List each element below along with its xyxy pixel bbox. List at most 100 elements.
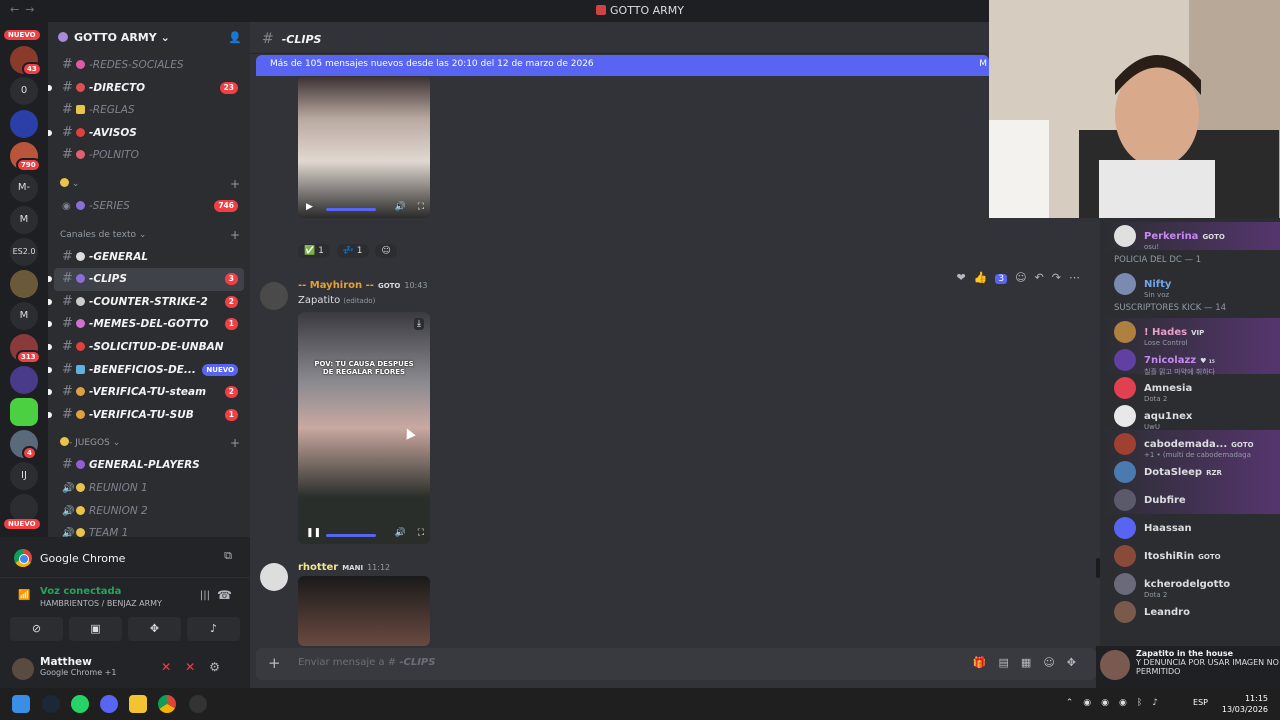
discord-icon[interactable] <box>100 695 118 713</box>
channel-item[interactable]: # -VERIFICA-TU-steam 2 <box>48 381 244 404</box>
avatar[interactable] <box>12 658 34 680</box>
member-item[interactable]: DotaSleep RZR <box>1100 458 1280 486</box>
camera-off-button[interactable]: ⊘ <box>10 617 63 641</box>
pause-icon[interactable]: ❚❚ <box>306 528 321 538</box>
activities-button[interactable]: ✥ <box>128 617 181 641</box>
obs-icon[interactable] <box>189 695 207 713</box>
member-item[interactable]: Nifty Sin voz <box>1100 270 1280 299</box>
member-item[interactable]: Amnesia Dota 2 <box>1100 374 1280 403</box>
user-panel[interactable]: Matthew Google Chrome +1 ✕✕⚙ <box>0 648 250 688</box>
add-channel-icon[interactable]: + <box>230 224 240 246</box>
gift-icon[interactable]: 🎁 <box>973 656 999 669</box>
add-channel-icon[interactable]: + <box>230 432 240 454</box>
video-attachment[interactable] <box>298 576 430 646</box>
headphones-muted-icon[interactable]: ✕ <box>185 660 209 674</box>
message-author[interactable]: -- Mayhiron -- GOTO 10:43 <box>298 280 427 291</box>
member-item[interactable]: Leandro <box>1100 598 1280 626</box>
server-icon[interactable]: M- <box>10 174 38 202</box>
channel-item[interactable]: # -BENEFICIOS-DE... NUEVO <box>48 359 244 382</box>
member-item[interactable]: ! Hades VIP Lose Control <box>1100 318 1280 347</box>
bluetooth-icon[interactable]: ᛒ <box>1137 698 1152 708</box>
message-input[interactable]: + Enviar mensaje a # -CLIPS 🎁▤▦☺✥ <box>256 648 1096 680</box>
play-icon[interactable]: ▶ <box>306 202 313 212</box>
reaction[interactable]: ✅ 1 <box>298 244 330 258</box>
server-icon[interactable] <box>10 270 38 298</box>
channel-item[interactable]: # -VERIFICA-TU-SUB 1 <box>48 404 244 427</box>
screen-share-icon[interactable]: ⧉ <box>224 549 232 563</box>
disconnect-icon[interactable]: ☎ <box>217 588 232 602</box>
emoji-icon[interactable]: ☺ <box>1043 656 1066 669</box>
server-icon[interactable]: M <box>10 302 38 330</box>
tray-app-icon[interactable]: ◉ <box>1101 698 1119 708</box>
reaction-count[interactable]: 3 <box>995 274 1008 284</box>
more-icon[interactable]: ⋯ <box>1069 271 1080 284</box>
steam-icon[interactable] <box>42 695 60 713</box>
progress-bar[interactable] <box>326 534 376 537</box>
server-icon[interactable] <box>10 110 38 138</box>
channel-item[interactable]: # -COUNTER-STRIKE-2 2 <box>48 291 244 314</box>
add-reaction-icon[interactable]: ☺ <box>1015 271 1026 284</box>
channel-item[interactable]: # -POLNITO <box>54 144 244 167</box>
gif-icon[interactable]: ▤ <box>999 656 1021 669</box>
server-icon[interactable]: ES2.0 <box>10 238 38 266</box>
tray-app-icon[interactable]: ◉ <box>1083 698 1101 708</box>
voice-channel-item[interactable]: 🔊 REUNION 2 <box>54 500 244 523</box>
member-item[interactable]: Perkerina GOTO osu! <box>1100 222 1280 251</box>
sticker-icon[interactable]: ▦ <box>1021 656 1043 669</box>
message-author[interactable]: rhotter MANI 11:12 <box>298 562 390 573</box>
noise-suppression-icon[interactable]: ||| <box>200 590 210 601</box>
add-reaction-button[interactable]: ☺ <box>375 244 397 258</box>
heart-reaction-icon[interactable]: ❤ <box>956 271 965 284</box>
mic-icon[interactable]: ♪ <box>1152 698 1168 708</box>
category-header[interactable]: - JUEGOS ⌄ + <box>54 432 244 454</box>
server-icon[interactable] <box>10 494 38 522</box>
file-explorer-icon[interactable] <box>129 695 147 713</box>
gear-icon[interactable]: ⚙ <box>209 660 234 674</box>
chevron-up-icon[interactable]: ⌃ <box>1066 698 1084 708</box>
add-member-icon[interactable]: 👤 <box>228 31 242 44</box>
channel-item[interactable]: # -REDES-SOCIALES <box>54 54 244 77</box>
voice-channel-item[interactable]: 🔊 TEAM 1 <box>54 522 244 537</box>
channel-item-active[interactable]: # -CLIPS 3 <box>48 268 244 291</box>
download-icon[interactable]: ⤓ <box>414 318 424 330</box>
volume-icon[interactable]: 🔊 <box>395 202 406 212</box>
whatsapp-icon[interactable] <box>71 695 89 713</box>
activity-row[interactable]: Google Chrome ⧉ <box>0 537 250 577</box>
channel-item[interactable]: # -GENERAL <box>54 246 244 269</box>
chrome-icon[interactable] <box>158 695 176 713</box>
progress-bar[interactable] <box>326 208 376 211</box>
soundboard-button[interactable]: ♪ <box>187 617 240 641</box>
member-item[interactable]: aqu1nex UwU <box>1100 402 1280 431</box>
channel-item[interactable]: # GENERAL-PLAYERS <box>54 454 244 477</box>
channel-item[interactable]: # -REGLAS <box>54 99 244 122</box>
reaction[interactable]: 💤 1 <box>336 244 369 258</box>
server-icon[interactable] <box>10 366 38 394</box>
member-item[interactable]: ItoshiRin GOTO <box>1100 542 1280 570</box>
category-header[interactable]: Canales de texto ⌄ + <box>54 224 244 246</box>
add-channel-icon[interactable]: + <box>230 173 240 195</box>
apps-icon[interactable]: ✥ <box>1067 656 1088 669</box>
clock[interactable]: 11:15 13/03/2026 <box>1222 693 1268 715</box>
server-icon[interactable]: 0 <box>10 77 38 105</box>
channel-item[interactable]: # -SOLICITUD-DE-UNBAN <box>48 336 244 359</box>
thumbs-up-icon[interactable]: 👍 <box>974 271 988 284</box>
server-header[interactable]: GOTTO ARMY ⌄ 👤 <box>48 22 250 54</box>
channel-item[interactable]: # -AVISOS <box>48 122 244 145</box>
language-indicator[interactable]: ESP <box>1193 698 1208 707</box>
fullscreen-icon[interactable]: ⛶ <box>418 528 424 538</box>
screen-share-button[interactable]: ▣ <box>69 617 122 641</box>
member-item[interactable]: kcherodelgotto Dota 2 <box>1100 570 1280 599</box>
server-icon[interactable]: M <box>10 206 38 234</box>
fullscreen-icon[interactable]: ⛶ <box>418 202 424 212</box>
channel-item[interactable]: ◉ -SERIES 746 <box>54 195 244 218</box>
member-item[interactable]: Dubfire <box>1100 486 1280 514</box>
channel-item[interactable]: # -DIRECTO 23 <box>48 77 244 100</box>
video-attachment[interactable]: ▶ 🔊 ⛶ <box>298 76 430 218</box>
member-item[interactable]: Haassan <box>1100 514 1280 542</box>
voice-channel-item[interactable]: 🔊 REUNION 1 <box>54 477 244 500</box>
channel-item[interactable]: # -MEMES-DEL-GOTTO 1 <box>48 313 244 336</box>
windows-start-icon[interactable] <box>12 695 30 713</box>
avatar[interactable] <box>260 282 288 310</box>
forward-icon[interactable]: ↷ <box>1052 271 1061 284</box>
server-icon[interactable]: IJ <box>10 462 38 490</box>
